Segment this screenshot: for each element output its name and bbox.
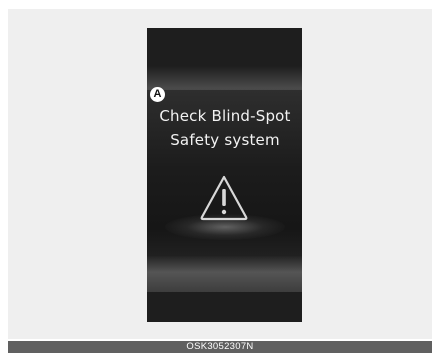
display-bottom-band [147, 256, 302, 292]
warning-triangle-icon [200, 175, 248, 221]
callout-marker: A [150, 87, 165, 102]
warning-message-line-2: Safety system [170, 131, 280, 149]
figure-code-bar: OSK3052307N [8, 341, 432, 353]
warning-message-line-1: Check Blind-Spot [159, 107, 291, 125]
